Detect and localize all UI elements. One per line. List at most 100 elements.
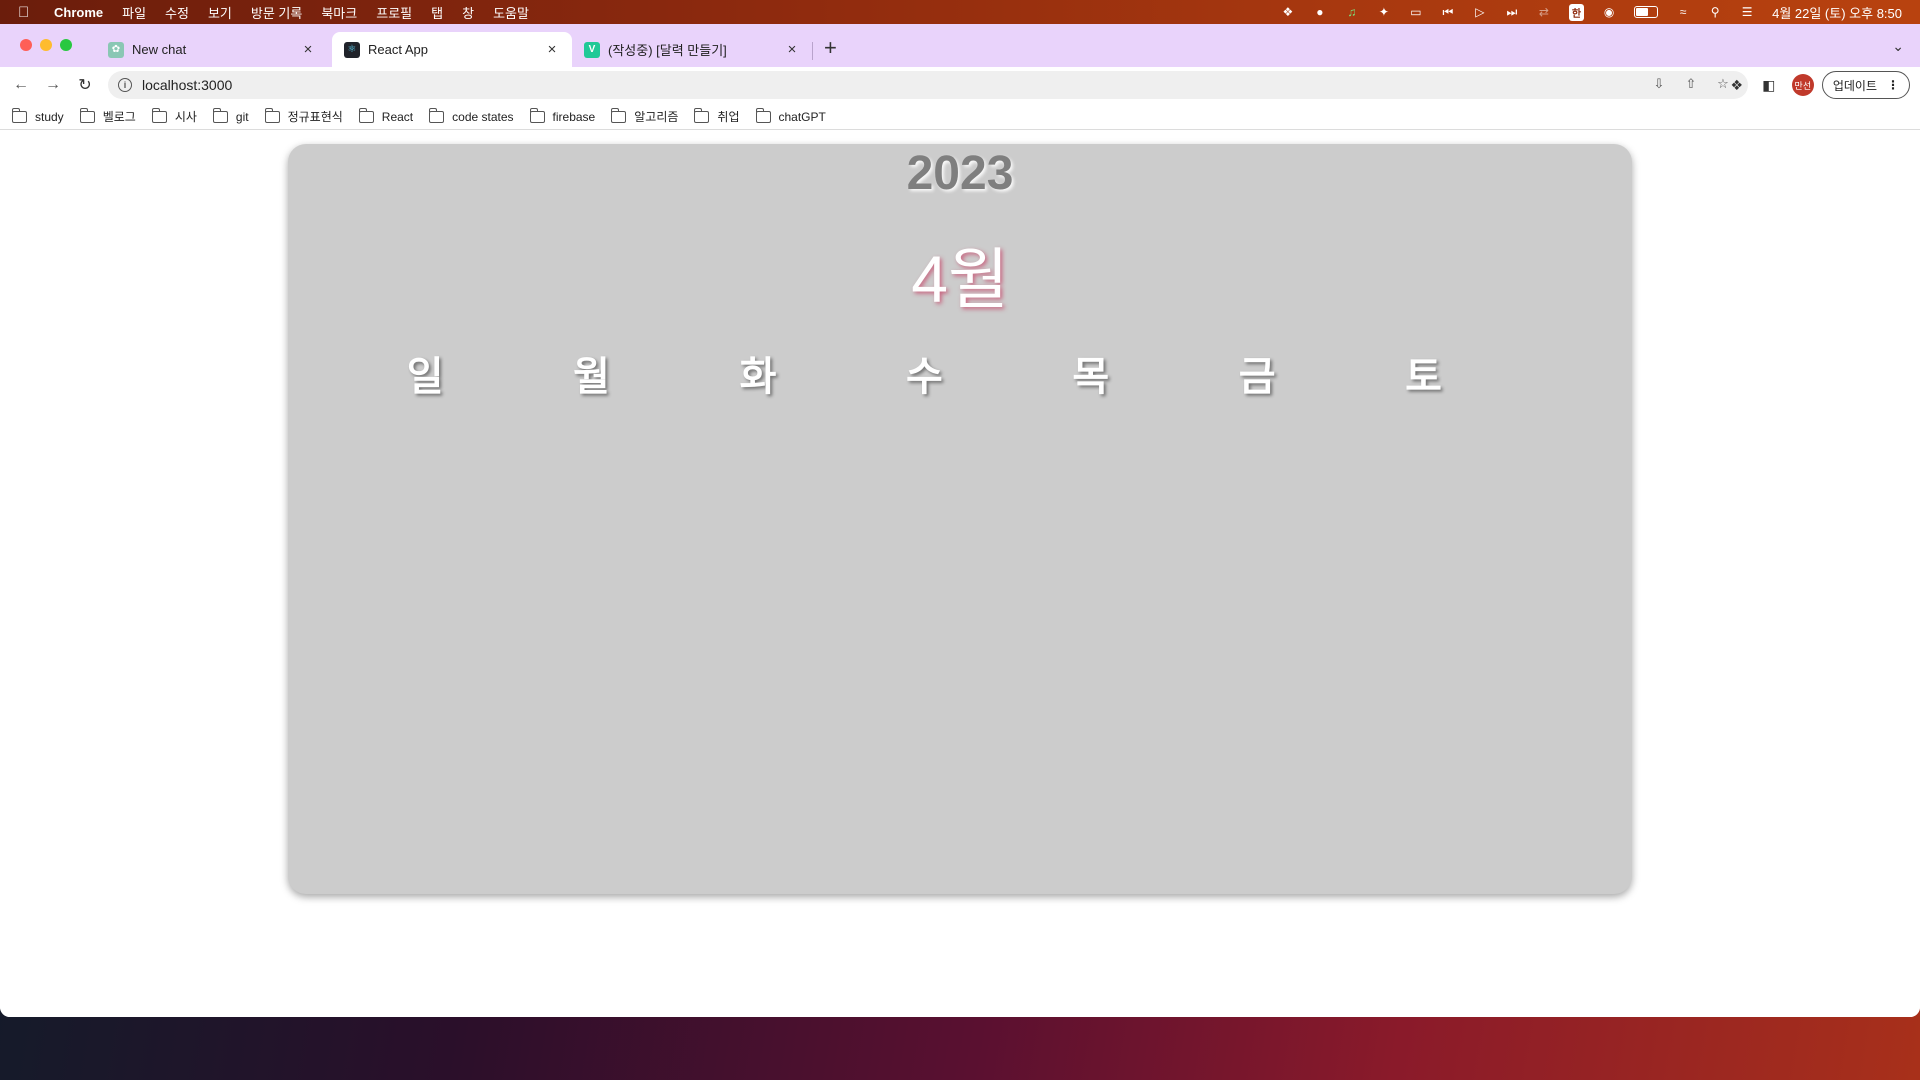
apple-icon[interactable]:  (18, 4, 36, 21)
menu-window[interactable]: 창 (462, 3, 474, 22)
tab-react-app[interactable]: ⚛ React App × (332, 32, 572, 67)
address-bar[interactable]: i localhost:3000 ⇩ ⇧ ☆ (108, 71, 1748, 99)
shuffle-icon[interactable]: ⇄ (1537, 5, 1551, 19)
weekday-thursday: 목 (1072, 355, 1110, 399)
screen-mirror-icon[interactable]: ▭ (1409, 5, 1423, 19)
bookmark-folder-git[interactable]: git (212, 107, 249, 124)
tab-velog-draft[interactable]: V (작성중) [달력 만들기] × (572, 32, 812, 67)
menu-help[interactable]: 도움말 (493, 3, 529, 22)
chatgpt-favicon-icon: ✿ (108, 41, 124, 58)
tab-title: New chat (132, 42, 187, 57)
tab-title: React App (368, 42, 428, 57)
profile-avatar[interactable]: 만선 (1791, 74, 1814, 96)
menu-profile[interactable]: 프로필 (376, 3, 412, 22)
bookmark-folder-velog[interactable]: 벨로그 (79, 107, 136, 125)
close-icon[interactable]: × (544, 41, 560, 58)
menu-bookmarks[interactable]: 북마크 (321, 3, 357, 22)
bookmark-folder-algorithm[interactable]: 알고리즘 (611, 107, 678, 125)
bookmarks-bar: study 벨로그 시사 git 정규표현식 React code states… (0, 104, 1920, 130)
next-track-icon[interactable]: ⏭ (1505, 5, 1519, 19)
bookmark-folder-jobs[interactable]: 취업 (694, 107, 740, 125)
tab-title: (작성중) [달력 만들기] (608, 43, 727, 58)
react-favicon-icon: ⚛ (344, 41, 360, 58)
bookmark-folder-regex[interactable]: 정규표현식 (264, 107, 343, 125)
close-icon[interactable]: × (784, 41, 800, 58)
bookmark-label: React (381, 109, 414, 124)
browser-toolbar: ← → ↻ i localhost:3000 ⇩ ⇧ ☆ ❖ ◧ 만선 업데이트… (0, 67, 1920, 104)
menu-view[interactable]: 보기 (208, 3, 232, 22)
screen-record-icon[interactable]: ◉ (1602, 5, 1616, 19)
calendar-year: 2023 (906, 147, 1014, 200)
bookmark-folder-study[interactable]: study (12, 107, 64, 124)
calendar-month: 4월 (911, 242, 1009, 316)
bookmark-label: chatGPT (778, 109, 826, 124)
folder-icon (429, 107, 445, 123)
bookmark-label: 정규표현식 (287, 110, 343, 124)
page-viewport: 2023 4월 일 월 화 수 목 금 토 (0, 134, 1920, 1017)
folder-icon (529, 107, 545, 123)
bookmark-label: 벨로그 (102, 110, 136, 124)
previous-track-icon[interactable]: ⏮ (1441, 5, 1455, 19)
search-icon[interactable]: ⚲ (1708, 5, 1722, 19)
folder-icon (79, 107, 95, 123)
bookmark-label: 취업 (717, 110, 740, 124)
tab-search-chevron-icon[interactable]: ⌄ (1892, 38, 1904, 55)
weekday-monday: 월 (573, 355, 610, 399)
weekday-friday: 금 (1238, 355, 1276, 399)
bookmark-label: 시사 (174, 110, 197, 124)
close-window-button[interactable] (20, 39, 32, 51)
back-arrow-icon[interactable]: ← (11, 75, 31, 95)
menu-edit[interactable]: 수정 (165, 3, 189, 22)
site-info-icon[interactable]: i (118, 78, 132, 92)
weekday-header-row: 일 월 화 수 목 금 토 (342, 344, 1578, 402)
side-panel-icon[interactable]: ◧ (1760, 77, 1778, 94)
more-menu-icon[interactable]: ⋮ (1887, 78, 1899, 92)
reload-icon[interactable]: ↻ (75, 75, 95, 95)
update-button-label: 업데이트 (1832, 78, 1877, 93)
folder-icon (12, 107, 27, 123)
music-note-icon[interactable]: ♫ (1345, 5, 1359, 19)
figma-icon[interactable]: ❖ (1281, 5, 1295, 19)
wifi-icon[interactable]: ≈ (1676, 5, 1690, 19)
control-center-icon[interactable]: ☰ (1740, 5, 1754, 19)
weekday-tuesday: 화 (739, 355, 777, 399)
folder-icon (358, 107, 374, 123)
bookmark-label: git (235, 109, 249, 124)
minimize-window-button[interactable] (40, 39, 52, 51)
update-button[interactable]: 업데이트 ⋮ (1821, 71, 1910, 99)
menu-file[interactable]: 파일 (122, 3, 146, 22)
chat-bubble-icon[interactable]: ● (1313, 5, 1327, 19)
share-icon[interactable]: ⇧ (1682, 76, 1700, 92)
menu-bar:  Chrome 파일 수정 보기 방문 기록 북마크 프로필 탭 창 도움말 … (0, 0, 1920, 24)
menu-history[interactable]: 방문 기록 (251, 3, 302, 22)
folder-icon (264, 107, 280, 123)
extensions-puzzle-icon[interactable]: ❖ (1728, 77, 1746, 94)
bookmark-folder-code-states[interactable]: code states (429, 107, 514, 124)
folder-icon (151, 107, 167, 123)
new-tab-plus-icon[interactable]: + (824, 36, 837, 60)
bookmark-folder-firebase[interactable]: firebase (529, 107, 595, 124)
input-source-indicator[interactable]: 한 (1568, 3, 1585, 21)
folder-icon (212, 107, 228, 123)
url-text[interactable]: localhost:3000 (142, 77, 232, 93)
bookmark-folder-chatgpt[interactable]: chatGPT (755, 107, 826, 124)
weekday-saturday: 토 (1405, 355, 1442, 399)
velog-favicon-icon: V (584, 41, 600, 58)
play-icon[interactable]: ▷ (1473, 5, 1487, 19)
browser-window: ✿ New chat × ⚛ React App × V (작성중) [달력 만… (0, 24, 1920, 1017)
menu-tab[interactable]: 탭 (431, 3, 443, 22)
zoom-window-button[interactable] (60, 39, 72, 51)
install-app-icon[interactable]: ⇩ (1650, 76, 1668, 92)
weekday-sunday: 일 (406, 355, 444, 399)
menu-clock[interactable]: 4월 22일 (토) 오후 8:50 (1772, 3, 1902, 22)
menu-chrome[interactable]: Chrome (54, 5, 103, 20)
folder-icon (694, 107, 710, 123)
spark-icon[interactable]: ✦ (1377, 5, 1391, 19)
forward-arrow-icon[interactable]: → (43, 75, 63, 95)
battery-icon[interactable] (1634, 6, 1659, 18)
tab-new-chat[interactable]: ✿ New chat × (96, 32, 328, 67)
bookmark-folder-react[interactable]: React (358, 107, 414, 124)
close-icon[interactable]: × (300, 41, 316, 58)
folder-icon (611, 107, 627, 123)
bookmark-folder-news[interactable]: 시사 (151, 107, 197, 125)
